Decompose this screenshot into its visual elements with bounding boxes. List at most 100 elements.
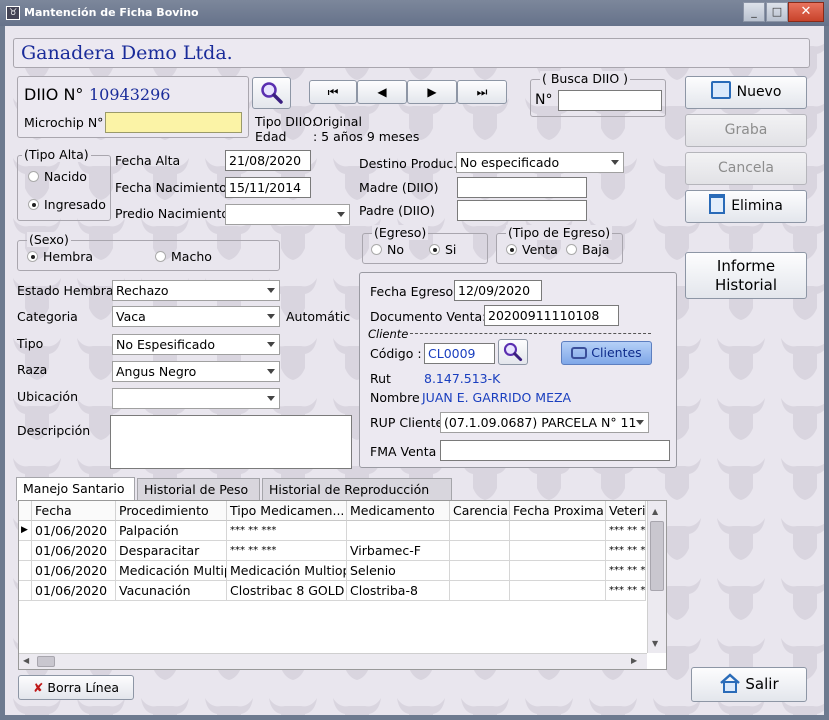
borra-linea-button[interactable]: ✘ Borra Línea (18, 675, 134, 700)
scroll-down-icon[interactable]: ▼ (652, 639, 658, 648)
manejo-table[interactable]: Fecha Procedimiento Tipo Medicamen... Me… (18, 500, 667, 670)
table-cell[interactable] (510, 581, 606, 601)
tab-historial-peso[interactable]: Historial de Peso (137, 478, 260, 500)
column-header[interactable]: Medicamento (347, 501, 450, 521)
table-cell[interactable]: *** ** * (606, 521, 646, 541)
column-header[interactable]: Tipo Medicamen... (227, 501, 347, 521)
cancela-button[interactable]: Cancela (685, 152, 807, 185)
fecha-nacimiento-input[interactable]: 15/11/2014 (225, 177, 311, 198)
tab-manejo-sanitario[interactable]: Manejo Santario (16, 477, 135, 501)
table-cell[interactable]: Selenio (347, 561, 450, 581)
macho-radio[interactable] (155, 251, 166, 262)
next-record-button[interactable]: ▶ (407, 80, 457, 104)
table-cell[interactable] (510, 561, 606, 581)
madre-input[interactable] (457, 177, 587, 198)
table-cell[interactable] (450, 561, 510, 581)
destino-select[interactable]: No especificado (456, 152, 624, 173)
tipo-label: Tipo (17, 336, 44, 351)
graba-button[interactable]: Graba (685, 114, 807, 147)
fecha-egreso-input[interactable]: 12/09/2020 (454, 280, 542, 301)
table-cell[interactable] (347, 521, 450, 541)
table-cell[interactable]: *** ** * (606, 561, 646, 581)
vertical-scroll-thumb[interactable] (650, 521, 664, 591)
venta-radio[interactable] (506, 244, 517, 255)
hembra-radio[interactable] (27, 251, 38, 262)
fma-venta-input[interactable] (440, 440, 670, 461)
table-cell[interactable]: Palpación (116, 521, 227, 541)
rup-cliente-select[interactable]: (07.1.09.0687) PARCELA N° 11 (440, 412, 649, 433)
title-bar[interactable]: ♉ Mantención de Ficha Bovino _ □ ✕ (0, 0, 829, 26)
tipo-select[interactable]: No Espesificado (112, 334, 280, 355)
table-cell[interactable]: Virbamec-F (347, 541, 450, 561)
first-record-button[interactable]: ⏮ (309, 80, 357, 104)
table-cell[interactable] (450, 521, 510, 541)
table-cell[interactable]: *** ** *** (227, 541, 347, 561)
microchip-input[interactable] (105, 112, 242, 133)
horizontal-scroll-thumb[interactable] (37, 656, 55, 667)
tab-historial-reproduccion[interactable]: Historial de Reproducción (262, 478, 452, 500)
row-selector[interactable] (19, 581, 32, 601)
table-cell[interactable]: Clostribac 8 GOLD 2 (227, 581, 347, 601)
padre-input[interactable] (457, 200, 587, 221)
salir-button[interactable]: Salir (691, 667, 807, 702)
table-cell[interactable]: 01/06/2020 (32, 521, 116, 541)
table-cell[interactable] (450, 541, 510, 561)
egreso-no-radio[interactable] (371, 244, 382, 255)
table-cell[interactable]: 01/06/2020 (32, 581, 116, 601)
raza-select[interactable]: Angus Negro (112, 361, 280, 382)
table-cell[interactable]: *** ** * (606, 541, 646, 561)
column-header[interactable]: Procedimiento (116, 501, 227, 521)
venta-panel: Fecha Egreso 12/09/2020 Documento Venta:… (359, 272, 677, 468)
table-cell[interactable] (510, 541, 606, 561)
column-header[interactable]: Veteri (606, 501, 646, 521)
search-cliente-button[interactable] (498, 339, 528, 365)
vertical-scrollbar[interactable]: ▲ ▼ (647, 501, 666, 653)
row-selector[interactable] (19, 541, 32, 561)
table-cell[interactable]: 01/06/2020 (32, 561, 116, 581)
table-cell[interactable] (510, 521, 606, 541)
ubicacion-select[interactable] (112, 388, 280, 409)
documento-venta-input[interactable]: 20200911110108 (484, 305, 619, 326)
table-cell[interactable]: Desparacitar (116, 541, 227, 561)
nacido-radio[interactable] (28, 171, 39, 182)
table-cell[interactable]: *** ** *** (227, 521, 347, 541)
table-cell[interactable]: *** ** * (606, 581, 646, 601)
search-diio-button[interactable] (252, 77, 291, 109)
close-button[interactable]: ✕ (788, 2, 824, 22)
minimize-button[interactable]: _ (743, 2, 765, 22)
table-cell[interactable]: Vacunación (116, 581, 227, 601)
busca-diio-input[interactable] (558, 90, 662, 111)
table-cell[interactable]: Clostriba-8 (347, 581, 450, 601)
prev-record-button[interactable]: ◀ (357, 80, 407, 104)
codigo-input[interactable]: CL0009 (424, 343, 495, 364)
baja-radio[interactable] (566, 244, 577, 255)
scroll-up-icon[interactable]: ▲ (652, 507, 658, 516)
predio-nacimiento-select[interactable] (225, 204, 350, 225)
informe-historial-button[interactable]: Informe Historial (685, 252, 807, 299)
table-cell[interactable]: 01/06/2020 (32, 541, 116, 561)
column-header[interactable]: Fecha Proxima (510, 501, 606, 521)
fecha-alta-input[interactable]: 21/08/2020 (225, 150, 311, 171)
horizontal-scrollbar[interactable]: ◀ ▶ (19, 653, 647, 669)
scroll-left-icon[interactable]: ◀ (23, 656, 29, 665)
clientes-button[interactable]: Clientes (561, 341, 652, 365)
table-cell[interactable]: Medicación Multiop (227, 561, 347, 581)
table-cell[interactable]: Medicación Multip (116, 561, 227, 581)
column-header[interactable]: Fecha (32, 501, 116, 521)
ingresado-radio[interactable] (28, 199, 39, 210)
column-header[interactable]: Carencia (450, 501, 510, 521)
nombre-value: JUAN E. GARRIDO MEZA (422, 390, 572, 405)
raza-label: Raza (17, 362, 48, 377)
table-cell[interactable] (450, 581, 510, 601)
row-selector[interactable] (19, 561, 32, 581)
egreso-si-radio[interactable] (429, 244, 440, 255)
maximize-button[interactable]: □ (766, 2, 788, 22)
descripcion-textarea[interactable] (110, 415, 352, 469)
scroll-right-icon[interactable]: ▶ (631, 656, 637, 665)
estado-hembra-select[interactable]: Rechazo (112, 280, 280, 301)
last-record-button[interactable]: ⏭ (457, 80, 507, 104)
categoria-select[interactable]: Vaca (112, 306, 280, 327)
elimina-button[interactable]: Elimina (685, 190, 807, 223)
nuevo-button[interactable]: Nuevo (685, 76, 807, 109)
chevron-down-icon (267, 342, 275, 347)
